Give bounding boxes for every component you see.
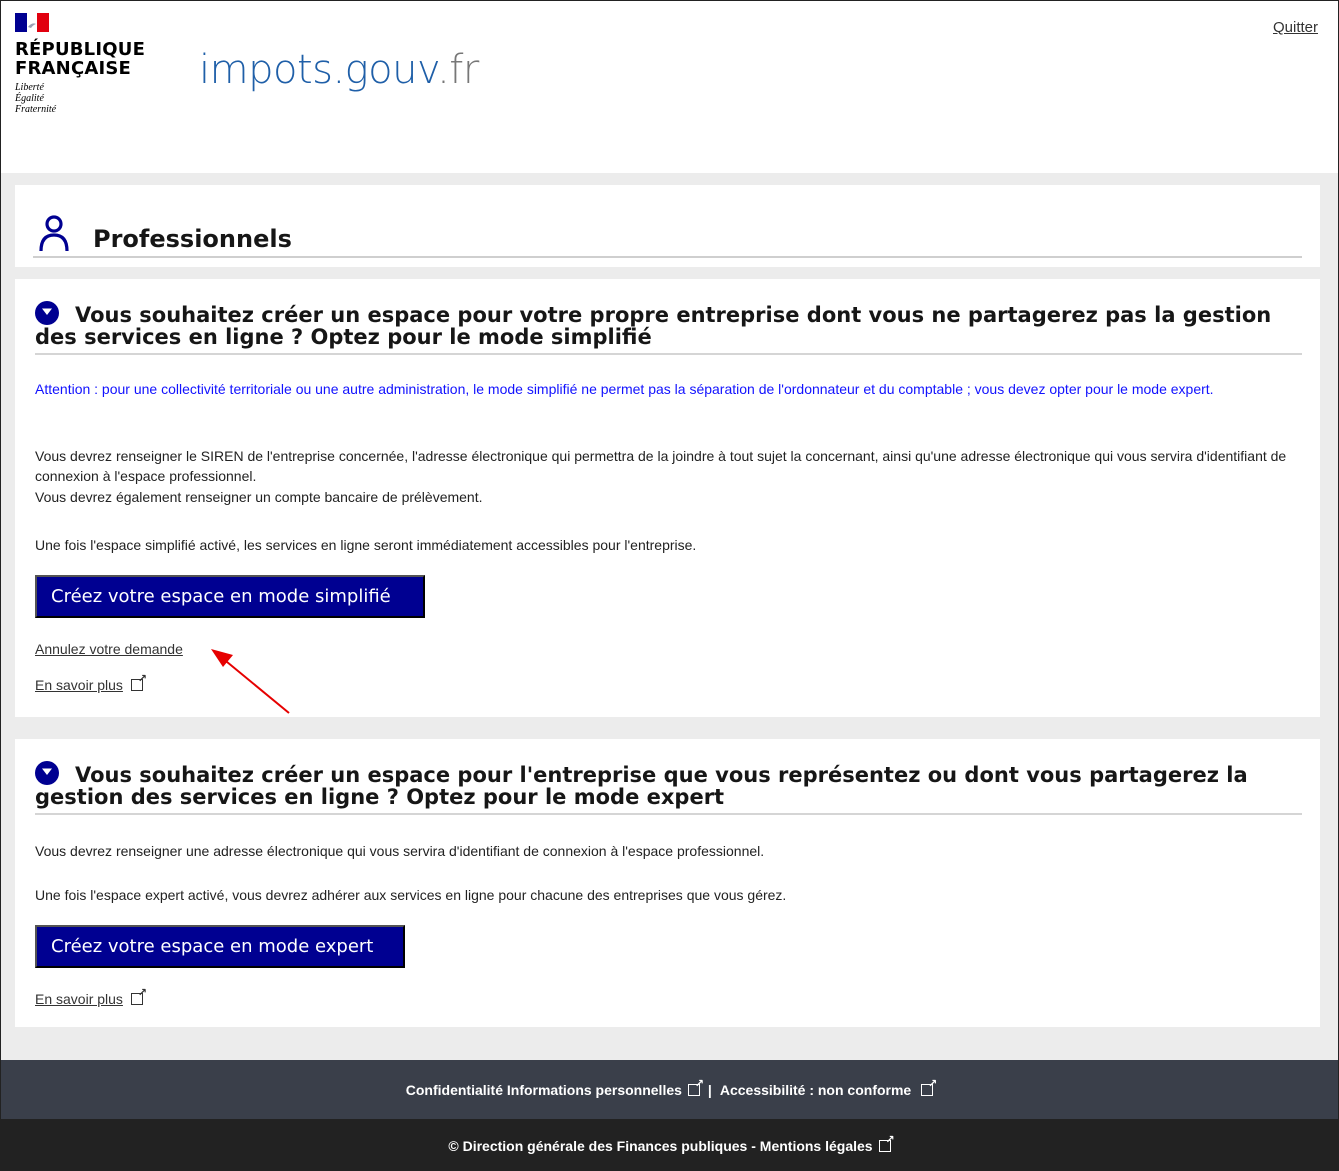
brand-ext: .fr — [437, 47, 479, 93]
rf-line1: RÉPUBLIQUE — [15, 39, 146, 60]
expert-para-2: Une fois l'espace expert activé, vous de… — [35, 887, 787, 903]
motto-fraternite: Fraternité — [15, 104, 57, 115]
create-simplified-button[interactable]: Créez votre espace en mode simplifié — [35, 575, 425, 618]
external-link-icon — [687, 1077, 704, 1096]
main-content: Professionnels Vous souhaitez créer un e… — [1, 173, 1338, 1060]
quit-link[interactable]: Quitter — [1273, 19, 1318, 36]
accessibility-link[interactable]: Accessibilité : non conforme — [719, 1077, 937, 1098]
republique-francaise-logo[interactable]: RÉPUBLIQUE FRANÇAISE Liberté Égalité Fra… — [15, 13, 145, 115]
chevron-down-icon — [35, 301, 59, 325]
simplified-more-info-link[interactable]: En savoir plus — [35, 672, 147, 693]
motto-egalite: Égalité — [15, 93, 44, 104]
simplified-section-heading[interactable]: Vous souhaitez créer un espace pour votr… — [35, 301, 1302, 348]
simplified-more-info-label: En savoir plus — [35, 677, 123, 693]
footer-separator: | — [707, 1081, 712, 1098]
simplified-warning-text: Attention : pour une collectivité territ… — [35, 381, 1214, 397]
page-title: Professionnels — [93, 225, 292, 253]
brand-main: impots.gouv — [199, 47, 438, 93]
accessibility-link-label: Accessibilité : non conforme — [719, 1081, 912, 1098]
footer-legal-bar: © Direction générale des Finances publiq… — [1, 1119, 1338, 1171]
section-divider — [35, 813, 1302, 815]
chevron-down-icon — [35, 761, 59, 785]
expert-more-info-link[interactable]: En savoir plus — [35, 986, 147, 1007]
title-divider — [33, 256, 1302, 258]
create-expert-button[interactable]: Créez votre espace en mode expert — [35, 925, 405, 968]
section-divider — [35, 353, 1302, 355]
site-header: RÉPUBLIQUE FRANÇAISE Liberté Égalité Fra… — [1, 1, 1338, 173]
cancel-request-link[interactable]: Annulez votre demande — [35, 641, 183, 657]
marianne-flag-icon — [15, 13, 49, 32]
motto-liberte: Liberté — [15, 82, 44, 93]
simplified-para-1: Vous devrez renseigner le SIREN de l'ent… — [35, 448, 1287, 484]
footer-links-bar: Confidentialité Informations personnelle… — [1, 1060, 1338, 1119]
republique-francaise-wordmark: RÉPUBLIQUE FRANÇAISE — [15, 40, 145, 78]
external-link-icon — [878, 1133, 895, 1152]
simplified-para-3: Une fois l'espace simplifié activé, les … — [35, 537, 697, 553]
expert-heading-text: Vous souhaitez créer un espace pour l'en… — [35, 763, 1248, 809]
annotation-arrow-icon — [211, 649, 290, 714]
legal-notice-link[interactable]: © Direction générale des Finances publiq… — [448, 1133, 895, 1154]
page-title-card: Professionnels — [15, 185, 1320, 267]
expert-more-info-label: En savoir plus — [35, 991, 123, 1007]
expert-section-heading[interactable]: Vous souhaitez créer un espace pour l'en… — [35, 761, 1302, 808]
republic-motto: Liberté Égalité Fraternité — [15, 82, 145, 115]
external-link-icon — [130, 986, 147, 1005]
simplified-para-2: Vous devrez également renseigner un comp… — [35, 489, 483, 505]
expert-para-1: Vous devrez renseigner une adresse élect… — [35, 843, 765, 859]
rf-line2: FRANÇAISE — [15, 58, 132, 79]
privacy-link-label: Confidentialité Informations personnelle… — [405, 1081, 682, 1098]
page-frame: RÉPUBLIQUE FRANÇAISE Liberté Égalité Fra… — [0, 0, 1339, 1171]
impots-gouv-logo[interactable]: impots.gouv.fr — [199, 47, 479, 93]
privacy-link[interactable]: Confidentialité Informations personnelle… — [405, 1077, 704, 1098]
user-icon — [39, 215, 69, 252]
simplified-heading-text: Vous souhaitez créer un espace pour votr… — [35, 303, 1272, 349]
external-link-icon — [921, 1077, 937, 1096]
copyright-text: © Direction générale des Finances publiq… — [448, 1137, 873, 1154]
external-link-icon — [130, 672, 147, 691]
expert-mode-section: Vous souhaitez créer un espace pour l'en… — [15, 739, 1320, 1027]
